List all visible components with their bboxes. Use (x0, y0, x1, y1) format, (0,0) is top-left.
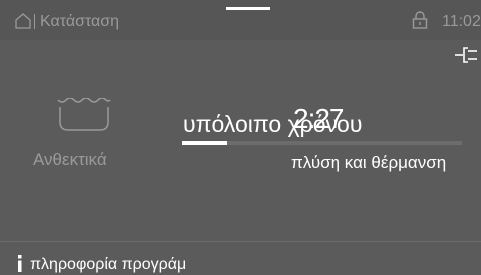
info-icon[interactable] (15, 255, 24, 272)
status-bar: Κατάσταση 11:02 (0, 0, 481, 40)
header-separator (34, 14, 35, 29)
program-name: Ανθεκτικά (33, 150, 107, 169)
footer-divider (0, 241, 481, 242)
remaining-time-value: 2:27 (293, 103, 344, 134)
page-title: Κατάσταση (40, 13, 120, 30)
clock-time: 11:02 (442, 13, 481, 30)
washtub-icon (57, 98, 111, 131)
lock-icon[interactable] (412, 11, 428, 29)
program-info-link[interactable]: πληροφορία προγράμ (30, 255, 186, 275)
top-indicator (226, 7, 270, 10)
progress-fill (182, 141, 227, 145)
progress-bar (182, 141, 462, 145)
phase-label: πλύση και θέρμανση (291, 153, 447, 172)
home-icon[interactable] (15, 13, 31, 29)
plug-icon (455, 47, 477, 63)
